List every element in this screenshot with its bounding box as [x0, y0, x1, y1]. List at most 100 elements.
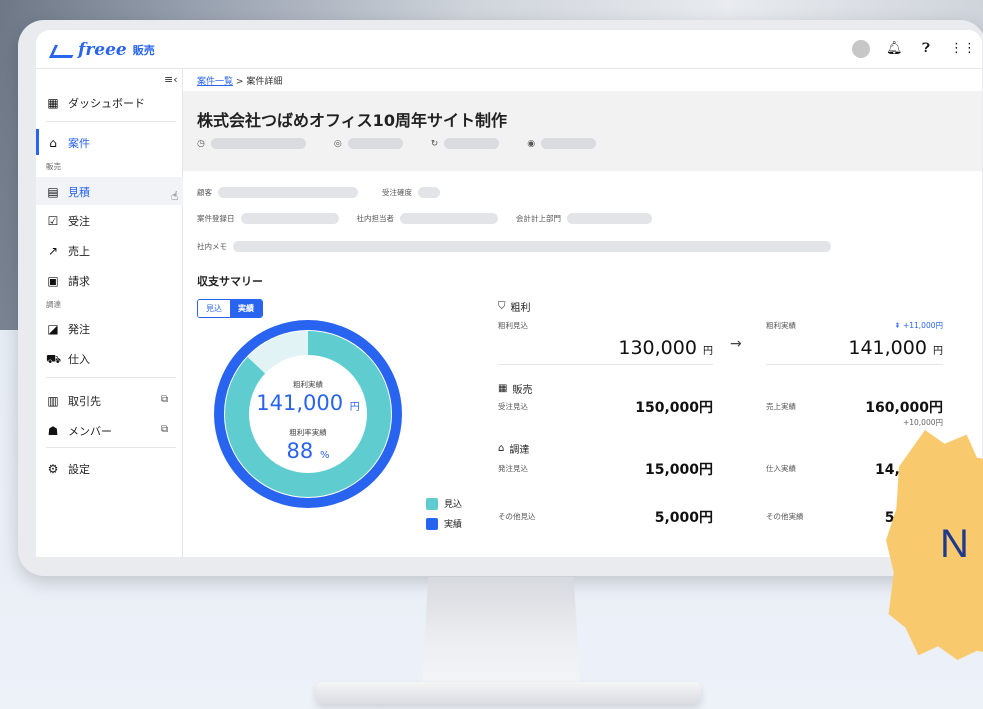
meta-placeholder — [347, 138, 403, 149]
help-icon[interactable]: ❓︎ — [918, 41, 934, 57]
legend-swatch-actual — [426, 517, 438, 530]
building-icon: ▥ — [47, 394, 59, 408]
meta-placeholder — [210, 138, 306, 149]
briefcase-icon: ⌂ — [49, 136, 57, 150]
other-forecast-label: その他見込 — [498, 512, 536, 521]
breadcrumb: 案件一覧 > 案件詳細 — [197, 77, 283, 87]
sidebar-item-sales[interactable]: ↗ 売上 — [46, 243, 90, 259]
meta-placeholder — [444, 138, 500, 149]
gross-actual-value: 141,000 円 — [848, 337, 943, 359]
legend-swatch-forecast — [426, 497, 438, 510]
toggle-forecast[interactable]: 見込 — [198, 300, 230, 317]
freee-logo[interactable]: freee 販売 — [50, 40, 155, 60]
order-check-icon: ☑ — [47, 214, 59, 228]
donut-rate-value: 88 % — [286, 439, 330, 463]
divider — [46, 121, 176, 122]
summary-toggle: 見込 実績 — [197, 299, 263, 318]
sidebar-item-partners[interactable]: ▥ 取引先 — [46, 393, 101, 409]
field-row-registration: 案件登録日 社内担当者 会計計上部門 — [197, 213, 652, 224]
section-label-sales: 販売 — [46, 162, 61, 171]
sidebar-item-purchase-orders[interactable]: ◪ 発注 — [46, 321, 90, 337]
new-badge-letter: N — [940, 522, 969, 566]
other-forecast-value: 5,000円 — [654, 510, 713, 526]
donut-label-rate: 粗利率実績 — [289, 428, 327, 437]
gross-heading: ⛉ 粗利 — [498, 301, 531, 314]
donut-profit-value: 141,000 円 — [256, 391, 360, 415]
owner-value — [400, 213, 498, 224]
donut-label-profit: 粗利実績 — [293, 380, 323, 389]
sales-diff: +10,000円 — [902, 418, 943, 427]
sidebar-item-orders[interactable]: ☑ 受注 — [46, 213, 90, 229]
purchase-forecast-value: 15,000円 — [644, 462, 713, 478]
app-screen: freee 販売 🔔︎ ❓︎ ⋮⋮ ≡‹ ▦ ダッシュボード ⌂ 案件 販売 ▤… — [36, 30, 982, 557]
gross-diff-badge: ⇞ +11,000円 — [894, 321, 943, 330]
divider — [498, 364, 713, 365]
external-link-icon: ⧉ — [161, 424, 169, 435]
active-indicator — [36, 129, 39, 155]
sales-forecast-label: 受注見込 — [498, 402, 528, 411]
page-title: 株式会社つばめオフィス10周年サイト制作 — [197, 111, 507, 130]
divider — [766, 364, 943, 365]
section-label-procurement: 調達 — [46, 300, 61, 309]
purchase-order-icon: ◪ — [47, 322, 59, 336]
avatar[interactable] — [852, 40, 870, 58]
probability-value — [418, 187, 440, 198]
logo-sub: 販売 — [132, 44, 155, 57]
customer-value — [218, 187, 358, 198]
gross-forecast-value: 130,000 円 — [618, 337, 713, 359]
arrow-right-icon: → — [730, 336, 742, 352]
registered-date-value — [240, 213, 339, 224]
bell-icon[interactable]: 🔔︎ — [886, 41, 903, 57]
sidebar-item-members[interactable]: ☗ メンバー — [46, 423, 112, 439]
top-bar: freee 販売 🔔︎ ❓︎ ⋮⋮ — [36, 30, 982, 69]
register-icon: ▦ — [498, 383, 508, 394]
status-icon: ◎ — [333, 138, 342, 149]
basket-icon: ⌂ — [498, 443, 505, 454]
field-row-customer: 顧客 受注確度 — [197, 187, 440, 198]
donut-center: 粗利実績 141,000 円 粗利率実績 88 % — [213, 319, 403, 509]
logo-text: freee — [78, 40, 127, 60]
toggle-actual[interactable]: 実績 — [230, 300, 262, 317]
sales-heading: ▦ 販売 — [498, 383, 533, 396]
memo-value — [233, 241, 831, 252]
purchase-forecast-label: 発注見込 — [498, 464, 528, 473]
logo-mark-icon — [50, 43, 74, 57]
other-actual-label: その他実績 — [766, 512, 804, 521]
breadcrumb-current: 案件詳細 — [246, 77, 283, 87]
monitor-stand — [422, 577, 580, 682]
apps-grid-icon[interactable]: ⋮⋮ — [950, 41, 976, 57]
sales-actual-value: 160,000円 — [865, 400, 943, 416]
sidebar-item-settings[interactable]: ⚙ 設定 — [46, 461, 90, 477]
purchase-actual-label: 仕入実績 — [766, 464, 796, 473]
refresh-icon: ↻ — [430, 138, 439, 149]
project-meta: ◷ ◎ ↻ ◉ — [197, 138, 597, 149]
divider — [46, 447, 176, 448]
donut-legend: 見込 実績 — [426, 497, 462, 537]
estimate-icon: ▤ — [47, 185, 59, 199]
monitor-base — [316, 682, 701, 704]
trend-icon: ↗ — [47, 244, 59, 258]
gross-forecast-label: 粗利見込 — [498, 321, 528, 330]
sidebar-item-invoices[interactable]: ▣ 請求 — [46, 273, 90, 289]
sidebar-item-projects[interactable]: ⌂ 案件 — [46, 135, 90, 151]
sales-forecast-value: 150,000円 — [635, 400, 713, 416]
collapse-sidebar-icon[interactable]: ≡‹ — [164, 73, 178, 86]
project-header: 株式会社つばめオフィス10周年サイト制作 ◷ ◎ ↻ ◉ — [183, 91, 982, 171]
procurement-heading: ⌂ 調達 — [498, 443, 530, 456]
meta-placeholder — [541, 138, 597, 149]
piggy-bank-icon: ⛉ — [498, 301, 506, 312]
user-icon: ◉ — [527, 138, 536, 149]
hand-cursor-icon: ☝ — [171, 189, 179, 203]
external-link-icon: ⧉ — [161, 394, 169, 405]
main-content: 案件一覧 > 案件詳細 株式会社つばめオフィス10周年サイト制作 ◷ ◎ ↻ ◉… — [183, 69, 982, 557]
dashboard-icon: ▦ — [47, 96, 59, 110]
members-icon: ☗ — [47, 424, 59, 438]
sidebar-item-estimates[interactable]: ▤ 見積 — [46, 184, 90, 200]
sidebar-item-purchases[interactable]: ⛟ 仕入 — [46, 351, 90, 367]
breadcrumb-link-projects[interactable]: 案件一覧 — [197, 77, 233, 87]
field-row-memo: 社内メモ — [197, 241, 831, 252]
clock-icon: ◷ — [197, 138, 205, 149]
top-icons: 🔔︎ ❓︎ ⋮⋮ — [852, 40, 976, 58]
sidebar-item-dashboard[interactable]: ▦ ダッシュボード — [46, 95, 145, 111]
sidebar: ≡‹ ▦ ダッシュボード ⌂ 案件 販売 ▤ 見積 ☝ ☑ 受注 ↗ 売上 ▣ … — [36, 69, 183, 557]
